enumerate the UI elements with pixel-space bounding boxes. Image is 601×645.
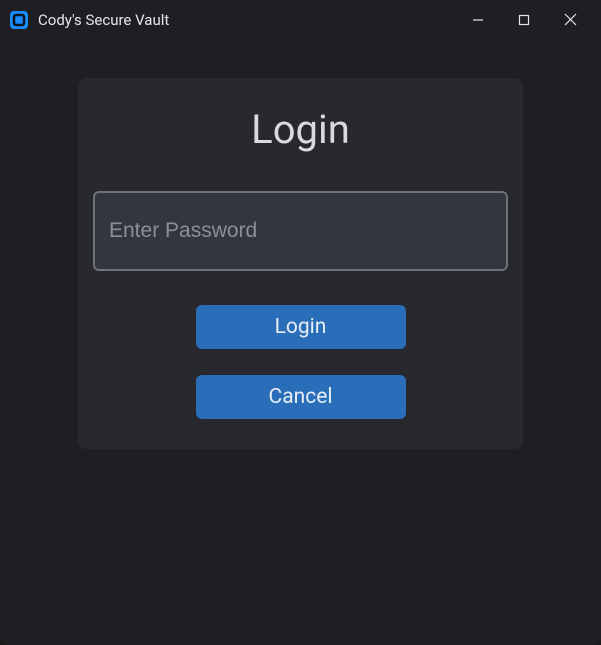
login-card: Login Login Cancel: [78, 78, 523, 449]
login-heading: Login: [251, 106, 350, 153]
close-button[interactable]: [547, 4, 593, 36]
maximize-button[interactable]: [501, 4, 547, 36]
cancel-button[interactable]: Cancel: [196, 375, 406, 419]
app-window: Cody's Secure Vault Login: [0, 0, 601, 645]
titlebar-controls: [455, 4, 593, 36]
app-icon: [8, 9, 30, 31]
maximize-icon: [518, 11, 530, 30]
titlebar: Cody's Secure Vault: [0, 0, 601, 40]
content-area: Login Login Cancel: [0, 40, 601, 645]
titlebar-left: Cody's Secure Vault: [8, 9, 455, 31]
minimize-button[interactable]: [455, 4, 501, 36]
app-title: Cody's Secure Vault: [38, 11, 169, 29]
close-icon: [564, 11, 577, 30]
minimize-icon: [472, 11, 484, 30]
password-input[interactable]: [93, 191, 508, 271]
login-button[interactable]: Login: [196, 305, 406, 349]
